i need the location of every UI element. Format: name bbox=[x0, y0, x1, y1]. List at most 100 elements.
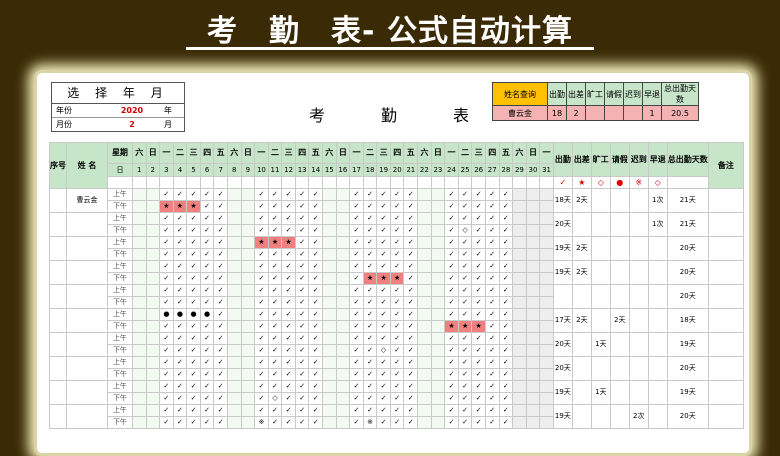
attendance-mark[interactable]: ✓ bbox=[172, 248, 188, 261]
attendance-mark[interactable]: ★ bbox=[444, 320, 459, 333]
attendance-mark[interactable]: ✓ bbox=[498, 356, 514, 369]
attendance-mark[interactable]: ✓ bbox=[484, 188, 500, 201]
attendance-mark[interactable] bbox=[322, 308, 337, 321]
attendance-mark[interactable]: ✓ bbox=[362, 308, 378, 321]
attendance-mark[interactable]: ✓ bbox=[159, 380, 174, 393]
attendance-mark[interactable]: ✓ bbox=[403, 248, 419, 261]
attendance-mark[interactable] bbox=[525, 188, 541, 201]
attendance-mark[interactable]: ✓ bbox=[457, 416, 473, 429]
attendance-mark[interactable]: ✓ bbox=[172, 356, 188, 369]
attendance-mark[interactable]: ✓ bbox=[403, 344, 419, 357]
attendance-mark[interactable] bbox=[226, 212, 242, 225]
attendance-mark[interactable] bbox=[417, 212, 432, 225]
attendance-mark[interactable]: ● bbox=[186, 308, 201, 321]
attendance-mark[interactable]: ✓ bbox=[444, 188, 459, 201]
attendance-mark[interactable]: ✓ bbox=[349, 392, 364, 405]
attendance-mark[interactable] bbox=[335, 404, 351, 417]
attendance-mark[interactable] bbox=[240, 272, 256, 285]
attendance-mark[interactable]: ✓ bbox=[389, 248, 405, 261]
attendance-mark[interactable] bbox=[525, 248, 541, 261]
attendance-mark[interactable]: ✓ bbox=[199, 380, 215, 393]
attendance-mark[interactable] bbox=[512, 416, 527, 429]
attendance-mark[interactable] bbox=[512, 212, 527, 225]
attendance-mark[interactable]: ✓ bbox=[403, 320, 419, 333]
attendance-mark[interactable]: ✓ bbox=[267, 188, 283, 201]
attendance-mark[interactable]: ✓ bbox=[457, 308, 473, 321]
attendance-mark[interactable]: ✓ bbox=[376, 308, 391, 321]
attendance-mark[interactable]: ✓ bbox=[362, 236, 378, 249]
attendance-mark[interactable]: ✓ bbox=[172, 380, 188, 393]
attendance-mark[interactable]: ✓ bbox=[213, 356, 228, 369]
attendance-mark[interactable]: ✓ bbox=[267, 296, 283, 309]
attendance-mark[interactable]: ✓ bbox=[199, 392, 215, 405]
attendance-mark[interactable]: ✓ bbox=[484, 200, 500, 213]
attendance-mark[interactable]: ✓ bbox=[199, 248, 215, 261]
attendance-mark[interactable]: ✓ bbox=[199, 344, 215, 357]
attendance-mark[interactable]: ✓ bbox=[254, 212, 269, 225]
attendance-mark[interactable]: ✓ bbox=[498, 296, 514, 309]
attendance-mark[interactable]: ✓ bbox=[254, 392, 269, 405]
attendance-mark[interactable] bbox=[240, 236, 256, 249]
attendance-mark[interactable]: ✓ bbox=[308, 392, 324, 405]
attendance-mark[interactable] bbox=[322, 260, 337, 273]
attendance-mark[interactable]: ✓ bbox=[159, 320, 174, 333]
attendance-mark[interactable] bbox=[430, 308, 446, 321]
attendance-mark[interactable]: ★ bbox=[376, 272, 391, 285]
attendance-mark[interactable]: ✓ bbox=[444, 380, 459, 393]
attendance-mark[interactable]: ✓ bbox=[172, 368, 188, 381]
attendance-mark[interactable]: ★ bbox=[389, 272, 405, 285]
attendance-mark[interactable]: ✓ bbox=[498, 308, 514, 321]
attendance-mark[interactable]: ✓ bbox=[349, 248, 364, 261]
attendance-mark[interactable]: ✓ bbox=[281, 320, 296, 333]
attendance-mark[interactable]: ✓ bbox=[159, 404, 174, 417]
attendance-mark[interactable]: ✓ bbox=[403, 284, 419, 297]
attendance-mark[interactable]: ✓ bbox=[308, 344, 324, 357]
attendance-mark[interactable]: ✓ bbox=[186, 320, 201, 333]
attendance-mark[interactable] bbox=[145, 356, 161, 369]
attendance-mark[interactable] bbox=[240, 344, 256, 357]
attendance-mark[interactable] bbox=[335, 284, 351, 297]
attendance-mark[interactable]: ✓ bbox=[349, 332, 364, 345]
month-value[interactable]: 2 bbox=[112, 118, 152, 131]
attendance-mark[interactable]: ✓ bbox=[389, 320, 405, 333]
attendance-mark[interactable]: ✓ bbox=[213, 392, 228, 405]
attendance-mark[interactable]: ✓ bbox=[403, 416, 419, 429]
attendance-mark[interactable] bbox=[145, 260, 161, 273]
attendance-mark[interactable] bbox=[430, 356, 446, 369]
attendance-mark[interactable] bbox=[417, 416, 432, 429]
attendance-mark[interactable]: ✓ bbox=[172, 284, 188, 297]
attendance-mark[interactable] bbox=[539, 368, 554, 381]
attendance-mark[interactable]: ✓ bbox=[498, 284, 514, 297]
attendance-mark[interactable] bbox=[417, 284, 432, 297]
attendance-mark[interactable] bbox=[240, 284, 256, 297]
attendance-mark[interactable] bbox=[417, 272, 432, 285]
attendance-mark[interactable]: ✓ bbox=[471, 284, 486, 297]
attendance-mark[interactable] bbox=[322, 332, 337, 345]
attendance-mark[interactable]: ✓ bbox=[498, 248, 514, 261]
attendance-mark[interactable]: ✓ bbox=[159, 284, 174, 297]
attendance-mark[interactable] bbox=[226, 416, 242, 429]
attendance-mark[interactable]: ✓ bbox=[389, 200, 405, 213]
attendance-mark[interactable]: ✓ bbox=[172, 416, 188, 429]
attendance-mark[interactable] bbox=[226, 284, 242, 297]
attendance-mark[interactable]: ✓ bbox=[199, 188, 215, 201]
attendance-mark[interactable]: ✓ bbox=[471, 380, 486, 393]
attendance-mark[interactable]: ✓ bbox=[362, 332, 378, 345]
attendance-mark[interactable]: ✓ bbox=[444, 404, 459, 417]
attendance-mark[interactable]: ✓ bbox=[254, 260, 269, 273]
attendance-mark[interactable]: ✓ bbox=[498, 200, 514, 213]
attendance-mark[interactable]: ✓ bbox=[498, 236, 514, 249]
attendance-mark[interactable]: ✓ bbox=[159, 416, 174, 429]
attendance-mark[interactable] bbox=[131, 284, 147, 297]
attendance-mark[interactable] bbox=[525, 236, 541, 249]
attendance-mark[interactable] bbox=[335, 260, 351, 273]
attendance-mark[interactable]: ✓ bbox=[254, 272, 269, 285]
attendance-mark[interactable]: ✓ bbox=[389, 392, 405, 405]
attendance-mark[interactable]: ※ bbox=[362, 416, 378, 429]
attendance-mark[interactable]: ✓ bbox=[159, 296, 174, 309]
attendance-mark[interactable]: ✓ bbox=[267, 380, 283, 393]
attendance-mark[interactable] bbox=[226, 356, 242, 369]
attendance-mark[interactable]: ✓ bbox=[159, 344, 174, 357]
attendance-mark[interactable]: ✓ bbox=[471, 344, 486, 357]
attendance-mark[interactable]: ✓ bbox=[484, 416, 500, 429]
